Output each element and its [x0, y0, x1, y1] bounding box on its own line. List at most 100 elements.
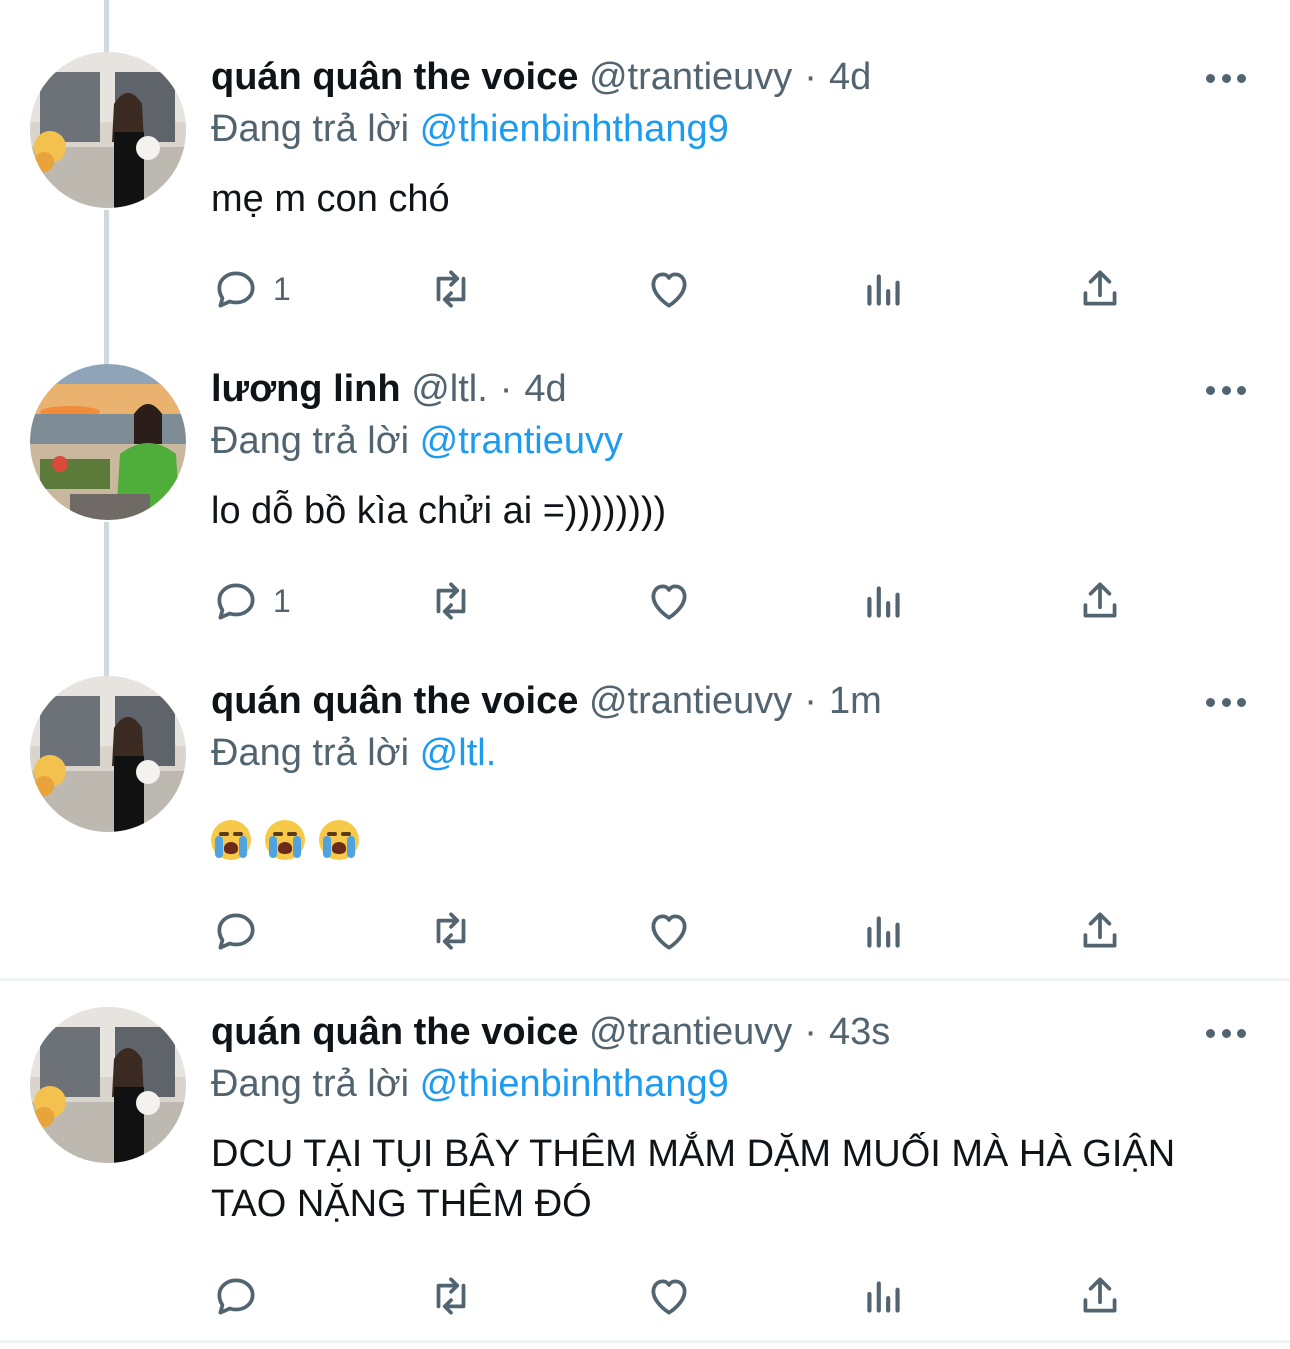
tweet-actions [211, 906, 1131, 956]
tweet[interactable]: quán quân the voice @trantieuvy · 4d Đang … [0, 52, 1290, 332]
retweet-icon [436, 1277, 466, 1315]
loudly-crying-face-icon [265, 820, 305, 860]
reply-button[interactable] [211, 906, 261, 956]
replying-to: Đang trả lời @ltl. [211, 728, 496, 778]
avatar[interactable] [30, 676, 186, 832]
heart-icon [651, 1279, 687, 1315]
reply-bubble-icon [217, 583, 255, 620]
share-button[interactable] [1075, 906, 1125, 956]
tweet-header: lương linh @ltl. · 4d [211, 364, 567, 414]
tweet-header: quán quân the voice @trantieuvy · 1m [211, 676, 882, 726]
thread-connector [104, 0, 109, 52]
share-button[interactable] [1075, 264, 1125, 314]
loudly-crying-face-icon [319, 820, 359, 860]
replying-to: Đang trả lời @thienbinhthang9 [211, 1059, 729, 1109]
user-handle[interactable]: @trantieuvy [589, 1011, 792, 1053]
separator-dot: · [804, 680, 817, 722]
tweet-body [211, 798, 1211, 860]
separator-dot: · [804, 56, 817, 98]
woman-holding-dog-avatar [30, 1007, 186, 1163]
tweet-header: quán quân the voice @trantieuvy · 4d [211, 52, 871, 102]
display-name[interactable]: quán quân the voice [211, 56, 578, 98]
retweet-button[interactable] [426, 906, 476, 956]
view-stats-icon [867, 586, 900, 618]
avatar[interactable] [30, 1007, 186, 1163]
timestamp[interactable]: 4d [524, 368, 566, 410]
display-name[interactable]: lương linh [211, 368, 401, 410]
tweet-text: lo dỗ bồ kìa chửi ai =)))))))) [211, 490, 667, 532]
retweet-button[interactable] [426, 264, 476, 314]
mention-link[interactable]: @thienbinhthang9 [420, 1063, 729, 1105]
tweet-actions: 1 [211, 576, 1131, 626]
like-button[interactable] [644, 906, 694, 956]
retweet-button[interactable] [426, 1271, 476, 1321]
mention-link[interactable]: @ltl. [420, 732, 497, 774]
view-stats-icon [867, 916, 900, 948]
view-stats-button[interactable] [859, 1271, 909, 1321]
mention-link[interactable]: @thienbinhthang9 [420, 108, 729, 150]
heart-icon [651, 914, 687, 950]
reply-count: 1 [273, 582, 291, 619]
user-handle[interactable]: @ltl. [411, 368, 488, 410]
user-handle[interactable]: @trantieuvy [589, 56, 792, 98]
view-stats-icon [867, 274, 900, 306]
avatar[interactable] [30, 364, 186, 520]
timestamp[interactable]: 1m [829, 680, 882, 722]
share-icon [1083, 1277, 1117, 1313]
divider [0, 978, 1290, 981]
reply-bubble-icon [217, 913, 255, 950]
avatar[interactable] [30, 52, 186, 208]
tweet-header: quán quân the voice @trantieuvy · 43s [211, 1007, 890, 1057]
display-name[interactable]: quán quân the voice [211, 680, 578, 722]
tweet-text: mẹ m con chó [211, 178, 450, 220]
replying-to-label: Đang trả lời [211, 732, 410, 774]
view-stats-icon [867, 1281, 900, 1313]
replying-to-label: Đang trả lời [211, 420, 410, 462]
share-icon [1083, 270, 1117, 306]
tweet-text: DCU TẠI TỤI BÂY THÊM MẮM DẶM MUỐI MÀ HÀ … [211, 1133, 1176, 1225]
separator-dot: · [499, 368, 513, 410]
more-options-icon[interactable] [1206, 1013, 1246, 1053]
reply-button[interactable]: 1 [211, 576, 291, 626]
display-name[interactable]: quán quân the voice [211, 1011, 578, 1053]
retweet-button[interactable] [426, 576, 476, 626]
replying-to: Đang trả lời @thienbinhthang9 [211, 104, 729, 154]
reply-bubble-icon [217, 1278, 255, 1315]
tweet[interactable]: quán quân the voice @trantieuvy · 1m Đang … [0, 676, 1290, 976]
view-stats-button[interactable] [859, 906, 909, 956]
divider [0, 1340, 1290, 1343]
replying-to: Đang trả lời @trantieuvy [211, 416, 623, 466]
like-button[interactable] [644, 1271, 694, 1321]
like-button[interactable] [644, 576, 694, 626]
reply-button[interactable]: 1 [211, 264, 291, 314]
view-stats-button[interactable] [859, 576, 909, 626]
replying-to-label: Đang trả lời [211, 108, 410, 150]
woman-holding-dog-avatar [30, 52, 186, 208]
mention-link[interactable]: @trantieuvy [420, 420, 623, 462]
retweet-icon [436, 582, 466, 620]
more-options-icon[interactable] [1206, 370, 1246, 410]
replying-to-label: Đang trả lời [211, 1063, 410, 1105]
reply-button[interactable] [211, 1271, 261, 1321]
retweet-icon [436, 270, 466, 308]
separator-dot: · [804, 1011, 817, 1053]
share-button[interactable] [1075, 576, 1125, 626]
user-handle[interactable]: @trantieuvy [589, 680, 792, 722]
share-icon [1083, 912, 1117, 948]
emoji-row [211, 820, 1211, 860]
more-options-icon[interactable] [1206, 682, 1246, 722]
view-stats-button[interactable] [859, 264, 909, 314]
like-button[interactable] [644, 264, 694, 314]
reply-count: 1 [273, 270, 291, 307]
retweet-icon [436, 912, 466, 950]
share-icon [1083, 582, 1117, 618]
tweet[interactable]: lương linh @ltl. · 4d Đang trả lời @tranti… [0, 364, 1290, 644]
share-button[interactable] [1075, 1271, 1125, 1321]
more-options-icon[interactable] [1206, 58, 1246, 98]
timestamp[interactable]: 4d [829, 56, 871, 98]
woman-green-jacket-sunset-avatar [30, 364, 186, 520]
timestamp[interactable]: 43s [829, 1011, 890, 1053]
tweet[interactable]: quán quân the voice @trantieuvy · 43s Đang… [0, 1007, 1290, 1337]
tweet-actions: 1 [211, 264, 1131, 314]
reply-bubble-icon [217, 271, 255, 308]
